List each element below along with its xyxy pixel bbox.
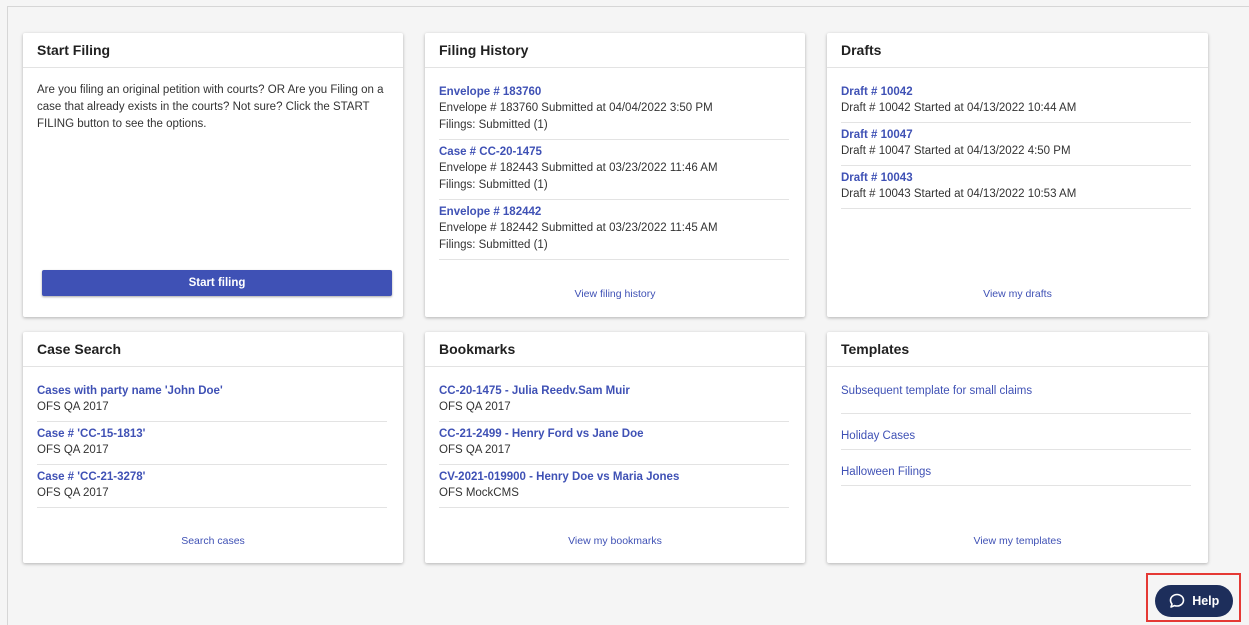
filing-history-item-link[interactable]: Case # CC-20-1475	[439, 144, 789, 160]
draft-item-link[interactable]: Draft # 10047	[841, 127, 1191, 143]
bookmarks-card: Bookmarks CC-20-1475 - Julia Reedv.Sam M…	[425, 332, 805, 563]
filing-history-item-status: Filings: Submitted (1)	[439, 239, 548, 251]
draft-item-detail: Draft # 10043 Started at 04/13/2022 10:5…	[841, 188, 1077, 200]
bookmark-item-court: OFS MockCMS	[439, 487, 519, 499]
filing-history-item: Case # CC-20-1475 Envelope # 182443 Subm…	[439, 140, 789, 200]
case-search-item-link[interactable]: Case # 'CC-15-1813'	[37, 426, 387, 442]
case-search-item-link[interactable]: Cases with party name 'John Doe'	[37, 383, 387, 399]
filing-history-item: Envelope # 182442 Envelope # 182442 Subm…	[439, 200, 789, 260]
case-search-item: Cases with party name 'John Doe' OFS QA …	[37, 380, 387, 422]
view-my-templates-link[interactable]: View my templates	[827, 535, 1208, 547]
draft-item-detail: Draft # 10047 Started at 04/13/2022 4:50…	[841, 145, 1071, 157]
case-search-card: Case Search Cases with party name 'John …	[23, 332, 403, 563]
start-filing-title: Start Filing	[23, 33, 403, 68]
filing-history-item-link[interactable]: Envelope # 183760	[439, 84, 789, 100]
case-search-item-court: OFS QA 2017	[37, 401, 109, 413]
case-search-item-court: OFS QA 2017	[37, 487, 109, 499]
start-filing-card: Start Filing Are you filing an original …	[23, 33, 403, 317]
draft-item-link[interactable]: Draft # 10043	[841, 170, 1191, 186]
case-search-item-link[interactable]: Case # 'CC-21-3278'	[37, 469, 387, 485]
case-search-item: Case # 'CC-15-1813' OFS QA 2017	[37, 422, 387, 465]
view-my-bookmarks-link[interactable]: View my bookmarks	[425, 535, 805, 547]
draft-item-link[interactable]: Draft # 10042	[841, 84, 1191, 100]
bookmark-item: CV-2021-019900 - Henry Doe vs Maria Jone…	[439, 465, 789, 508]
bookmark-item-link[interactable]: CC-21-2499 - Henry Ford vs Jane Doe	[439, 426, 789, 442]
help-label: Help	[1192, 594, 1220, 608]
templates-card: Templates Subsequent template for small …	[827, 332, 1208, 563]
filing-history-item-status: Filings: Submitted (1)	[439, 179, 548, 191]
view-filing-history-link[interactable]: View filing history	[425, 288, 805, 300]
drafts-card: Drafts Draft # 10042 Draft # 10042 Start…	[827, 33, 1208, 317]
chat-bubble-icon	[1169, 593, 1192, 608]
drafts-title: Drafts	[827, 33, 1208, 68]
filing-history-item-status: Filings: Submitted (1)	[439, 119, 548, 131]
draft-item: Draft # 10042 Draft # 10042 Started at 0…	[841, 81, 1191, 123]
bookmark-item-link[interactable]: CV-2021-019900 - Henry Doe vs Maria Jone…	[439, 469, 789, 485]
bookmarks-title: Bookmarks	[425, 332, 805, 367]
filing-history-title: Filing History	[425, 33, 805, 68]
templates-title: Templates	[827, 332, 1208, 367]
draft-item: Draft # 10043 Draft # 10043 Started at 0…	[841, 166, 1191, 209]
bookmark-item-link[interactable]: CC-20-1475 - Julia Reedv.Sam Muir	[439, 383, 789, 399]
case-search-title: Case Search	[23, 332, 403, 367]
search-cases-link[interactable]: Search cases	[23, 535, 403, 547]
filing-history-card: Filing History Envelope # 183760 Envelop…	[425, 33, 805, 317]
filing-history-item-detail: Envelope # 182442 Submitted at 03/23/202…	[439, 222, 718, 234]
bookmark-item-court: OFS QA 2017	[439, 444, 511, 456]
template-item[interactable]: Holiday Cases	[841, 414, 1191, 450]
template-item[interactable]: Subsequent template for small claims	[841, 379, 1191, 414]
bookmark-item: CC-20-1475 - Julia Reedv.Sam Muir OFS QA…	[439, 380, 789, 422]
filing-history-item-detail: Envelope # 182443 Submitted at 03/23/202…	[439, 162, 718, 174]
case-search-item-court: OFS QA 2017	[37, 444, 109, 456]
case-search-item: Case # 'CC-21-3278' OFS QA 2017	[37, 465, 387, 508]
bookmark-item: CC-21-2499 - Henry Ford vs Jane Doe OFS …	[439, 422, 789, 465]
filing-history-item: Envelope # 183760 Envelope # 183760 Subm…	[439, 81, 789, 140]
start-filing-description: Are you filing an original petition with…	[37, 84, 384, 130]
template-item[interactable]: Halloween Filings	[841, 450, 1191, 486]
draft-item-detail: Draft # 10042 Started at 04/13/2022 10:4…	[841, 102, 1077, 114]
help-button[interactable]: Help	[1155, 585, 1233, 617]
bookmark-item-court: OFS QA 2017	[439, 401, 511, 413]
start-filing-button[interactable]: Start filing	[42, 270, 392, 296]
view-my-drafts-link[interactable]: View my drafts	[827, 288, 1208, 300]
filing-history-item-detail: Envelope # 183760 Submitted at 04/04/202…	[439, 102, 713, 114]
draft-item: Draft # 10047 Draft # 10047 Started at 0…	[841, 123, 1191, 166]
filing-history-item-link[interactable]: Envelope # 182442	[439, 204, 789, 220]
